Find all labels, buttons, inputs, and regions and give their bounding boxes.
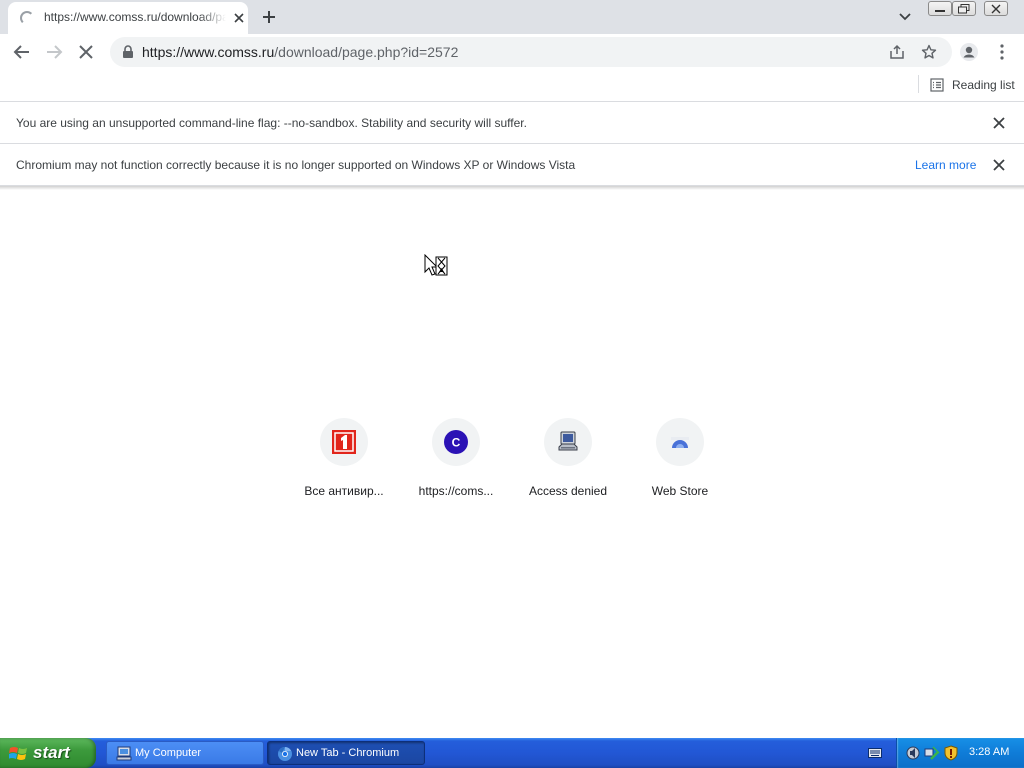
infobar-close-icon[interactable]	[992, 116, 1006, 130]
infobar-message: You are using an unsupported command-lin…	[16, 116, 527, 130]
letter-c-icon: C	[444, 430, 468, 454]
stop-loading-icon[interactable]	[76, 42, 96, 62]
restore-button[interactable]	[952, 1, 976, 16]
ntp-tile[interactable]: C https://coms...	[400, 418, 512, 508]
infobar-no-sandbox: You are using an unsupported command-lin…	[0, 102, 1024, 144]
tab-title: https://www.comss.ru/download/page.php?i…	[44, 10, 226, 24]
web-store-icon	[671, 437, 689, 448]
lock-icon[interactable]	[122, 45, 134, 59]
tile-label: Access denied	[528, 484, 608, 498]
busy-cursor-icon	[424, 254, 448, 276]
chromium-icon	[278, 747, 292, 761]
security-shield-icon[interactable]	[943, 745, 959, 761]
tile-icon-background: C	[432, 418, 480, 466]
url-host: https://www.comss.ru	[142, 44, 275, 60]
infobar-message: Chromium may not function correctly beca…	[16, 158, 576, 172]
forward-arrow-icon[interactable]	[44, 42, 64, 62]
close-window-icon	[991, 4, 1001, 14]
tab-active[interactable]: https://www.comss.ru/download/page.php?i…	[8, 2, 248, 34]
ntp-tile[interactable]: Все антивир...	[288, 418, 400, 508]
start-button[interactable]: start	[0, 738, 96, 768]
tile-label: https://coms...	[418, 484, 494, 498]
minimize-icon	[935, 10, 945, 12]
screen: { "browser": { "tab": { "title": "https:…	[0, 0, 1024, 768]
loading-spinner-icon	[20, 11, 34, 25]
ntp-tile[interactable]: Access denied	[512, 418, 624, 508]
reading-list-button[interactable]: Reading list	[930, 76, 1015, 94]
bookmark-star-icon[interactable]	[921, 44, 937, 60]
taskbar-item-chromium[interactable]: New Tab - Chromium	[267, 741, 425, 765]
red-1-logo-icon	[332, 430, 356, 454]
computer-icon	[558, 431, 578, 451]
learn-more-link[interactable]: Learn more	[915, 158, 976, 172]
tile-label: Web Store	[651, 484, 709, 498]
clock[interactable]: 3:28 AM	[969, 746, 1009, 758]
system-tray: 3:28 AM	[896, 738, 1024, 768]
url-path: /download/page.php?id=2572	[274, 44, 459, 60]
bookmark-bar: Reading list	[0, 70, 1024, 102]
taskbar: start My Computer New Tab - Chromium 3:2…	[0, 738, 1024, 768]
bookmark-separator	[918, 75, 919, 93]
tile-icon-background	[544, 418, 592, 466]
taskbar-item-my-computer[interactable]: My Computer	[106, 741, 264, 765]
close-tab-icon[interactable]	[232, 11, 246, 25]
tile-icon-background	[320, 418, 368, 466]
tab-search-chevron-icon[interactable]	[898, 10, 912, 24]
close-window-button[interactable]	[984, 1, 1008, 16]
restore-icon	[958, 4, 970, 14]
volume-icon[interactable]	[905, 745, 921, 761]
infobar-close-icon[interactable]	[992, 158, 1006, 172]
reading-list-icon	[930, 78, 944, 92]
address-bar[interactable]: https://www.comss.ru/download/page.php?i…	[110, 37, 952, 67]
share-icon[interactable]	[889, 44, 905, 60]
content-top-shadow	[0, 186, 1024, 190]
network-icon[interactable]	[924, 745, 940, 761]
tile-icon-background	[656, 418, 704, 466]
profile-avatar-icon[interactable]	[959, 42, 979, 62]
tab-strip: https://www.comss.ru/download/page.php?i…	[0, 0, 1024, 34]
tile-label: Все антивир...	[304, 484, 384, 498]
taskbar-item-label: My Computer	[135, 747, 202, 759]
tile-letter: C	[452, 436, 461, 450]
ntp-tile[interactable]: Web Store	[624, 418, 736, 508]
taskbar-item-label: New Tab - Chromium	[296, 747, 400, 759]
windows-flag-icon	[9, 747, 27, 760]
reading-list-label: Reading list	[952, 78, 1015, 92]
new-tab-icon[interactable]	[260, 8, 278, 26]
menu-kebab-icon[interactable]	[992, 42, 1012, 62]
browser-toolbar: https://www.comss.ru/download/page.php?i…	[0, 34, 1024, 70]
my-computer-icon	[116, 746, 132, 761]
start-label: start	[33, 743, 70, 762]
infobar-unsupported-os: Chromium may not function correctly beca…	[0, 144, 1024, 186]
url-text[interactable]: https://www.comss.ru/download/page.php?i…	[142, 44, 458, 60]
minimize-button[interactable]	[928, 1, 952, 16]
keyboard-icon[interactable]	[868, 747, 882, 759]
back-arrow-icon[interactable]	[12, 42, 32, 62]
